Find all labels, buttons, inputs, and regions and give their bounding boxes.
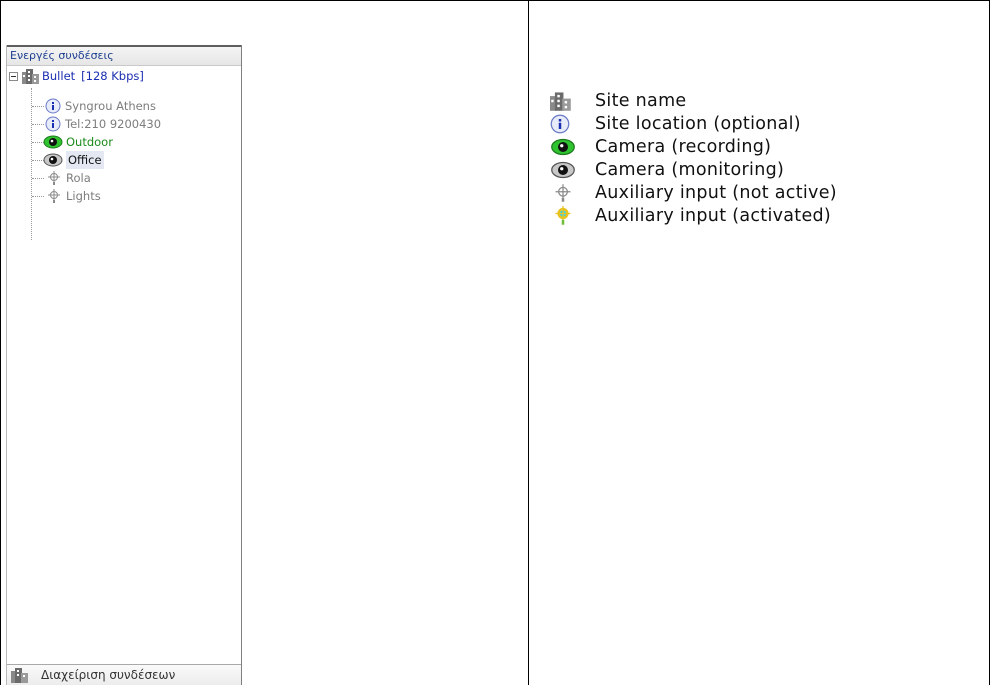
- location-label: Syngrou Athens: [65, 99, 156, 113]
- legend-text: Camera (recording): [595, 136, 772, 157]
- legend-text: Auxiliary input (not active): [595, 182, 837, 203]
- aux-input-label: Rola: [66, 171, 91, 185]
- tree-node-phone[interactable]: Tel:210 9200430: [45, 115, 161, 133]
- camera-monitoring-icon: [43, 152, 63, 168]
- legend-text: Camera (monitoring): [595, 159, 785, 180]
- manage-connections-label: Διαχείριση συνδέσεων: [41, 668, 176, 682]
- column-divider: [528, 0, 529, 685]
- collapse-toggle[interactable]: [9, 71, 18, 81]
- tree-connector: [31, 88, 32, 240]
- legend-row: Auxiliary input (not active): [550, 181, 837, 204]
- auxiliary-input-active-icon: [550, 204, 595, 227]
- tree-node-site[interactable]: Bullet [128 Kbps]: [9, 67, 144, 85]
- building-icon: [11, 667, 28, 683]
- icon-legend: Site name Site location (optional) Camer…: [550, 89, 837, 227]
- info-icon: [45, 116, 61, 132]
- camera-recording-icon: [550, 135, 595, 158]
- site-bandwidth-label: [128 Kbps]: [81, 69, 144, 83]
- camera-monitoring-icon: [550, 158, 595, 181]
- auxiliary-input-inactive-icon: [47, 170, 61, 186]
- tree-connector: [32, 106, 44, 107]
- tree-connector: [32, 178, 44, 179]
- panel-header: Ενεργές συνδέσεις: [7, 45, 241, 66]
- legend-text: Auxiliary input (activated): [595, 205, 832, 226]
- camera-recording-icon: [43, 134, 63, 150]
- tree-node-camera-outdoor[interactable]: Outdoor: [43, 133, 113, 151]
- aux-input-label: Lights: [66, 189, 101, 203]
- camera-label: Office: [66, 151, 104, 169]
- site-name-label: Bullet: [42, 69, 76, 83]
- legend-row: Camera (recording): [550, 135, 837, 158]
- manage-connections-button[interactable]: Διαχείριση συνδέσεων: [7, 664, 241, 685]
- tree-node-aux-lights[interactable]: Lights: [47, 187, 101, 205]
- tree-connector: [32, 124, 44, 125]
- phone-label: Tel:210 9200430: [65, 117, 162, 131]
- camera-label: Outdoor: [66, 135, 113, 149]
- building-icon: [550, 89, 595, 112]
- legend-row: Camera (monitoring): [550, 158, 837, 181]
- info-icon: [45, 98, 61, 114]
- legend-text: Site name: [595, 90, 687, 111]
- legend-text: Site location (optional): [595, 113, 801, 134]
- legend-row: Auxiliary input (activated): [550, 204, 837, 227]
- tree-node-aux-rola[interactable]: Rola: [47, 169, 91, 187]
- building-icon: [22, 68, 39, 84]
- legend-row: Site location (optional): [550, 112, 837, 135]
- auxiliary-input-inactive-icon: [47, 188, 61, 204]
- tree-node-location[interactable]: Syngrou Athens: [45, 97, 156, 115]
- info-icon: [550, 112, 595, 135]
- tree-node-camera-office[interactable]: Office: [43, 151, 104, 169]
- legend-row: Site name: [550, 89, 837, 112]
- active-connections-panel: Ενεργές συνδέσεις Bullet [128 Kbps] Syng…: [6, 45, 242, 685]
- tree-connector: [32, 196, 44, 197]
- auxiliary-input-inactive-icon: [550, 181, 595, 204]
